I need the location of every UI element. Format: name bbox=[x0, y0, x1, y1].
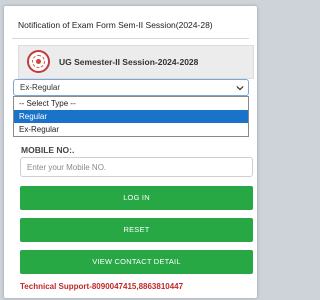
session-header: UG Semester-II Session-2024-2028 bbox=[18, 45, 254, 79]
notice-title: Notification of Exam Form Sem-II Session… bbox=[18, 20, 213, 30]
university-seal-icon bbox=[27, 50, 50, 73]
divider bbox=[12, 38, 249, 39]
login-button[interactable]: LOG IN bbox=[20, 186, 253, 210]
session-title: UG Semester-II Session-2024-2028 bbox=[59, 57, 199, 67]
option-select-type[interactable]: -- Select Type -- bbox=[14, 97, 248, 110]
type-dropdown-list: -- Select Type -- Regular Ex-Regular bbox=[13, 96, 249, 137]
option-ex-regular[interactable]: Ex-Regular bbox=[14, 123, 248, 136]
chevron-down-icon bbox=[236, 86, 244, 91]
type-select[interactable]: Ex-Regular bbox=[13, 79, 249, 96]
mobile-label: MOBILE NO:. bbox=[21, 145, 75, 155]
technical-support-text: Technical Support-8090047415,8863810447 bbox=[20, 282, 184, 291]
type-select-value: Ex-Regular bbox=[20, 83, 61, 92]
exam-form-card: Notification of Exam Form Sem-II Session… bbox=[4, 6, 257, 298]
mobile-input[interactable] bbox=[20, 157, 253, 177]
reset-button[interactable]: RESET bbox=[20, 218, 253, 242]
option-regular[interactable]: Regular bbox=[14, 110, 248, 123]
view-contact-button[interactable]: VIEW CONTACT DETAIL bbox=[20, 250, 253, 274]
